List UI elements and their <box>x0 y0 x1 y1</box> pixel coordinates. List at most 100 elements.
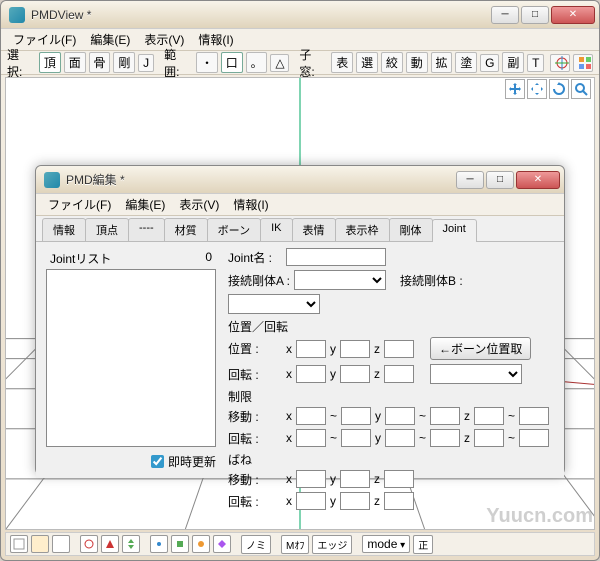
cw-2[interactable]: 絞 <box>381 52 403 73</box>
bb-blank[interactable] <box>52 535 70 553</box>
range-point[interactable]: ・ <box>196 52 218 73</box>
child-maximize-button[interactable]: □ <box>486 171 514 189</box>
rotate-icon[interactable] <box>549 79 569 99</box>
lim-ry1[interactable] <box>385 429 415 447</box>
range-tri[interactable]: △ <box>270 54 289 72</box>
tab-joint[interactable]: Joint <box>432 219 477 242</box>
x-label: x <box>286 342 292 356</box>
bb-tri[interactable] <box>101 535 119 553</box>
pos-y-input[interactable] <box>340 340 370 358</box>
cw-8[interactable]: T <box>527 54 544 72</box>
bb-circle-orange[interactable] <box>192 535 210 553</box>
lim-mz1[interactable] <box>474 407 504 425</box>
bottom-toolbar: ノミ Mｵﾌ エッジ mode ▾ 正 <box>5 532 595 556</box>
lim-rz1[interactable] <box>474 429 504 447</box>
bb-box-green[interactable] <box>171 535 189 553</box>
bb-sei[interactable]: 正 <box>413 535 433 554</box>
bb-dot-blue[interactable] <box>150 535 168 553</box>
target-icon[interactable] <box>550 54 570 72</box>
child-menu-info[interactable]: 情報(I) <box>229 194 272 215</box>
cw-5[interactable]: 塗 <box>455 52 477 73</box>
rot-select[interactable] <box>430 364 522 384</box>
close-button[interactable]: ✕ <box>551 6 595 24</box>
bb-wire[interactable] <box>10 535 28 553</box>
sel-face[interactable]: 面 <box>64 52 86 73</box>
conn-b-select[interactable] <box>228 294 320 314</box>
pos-x-input[interactable] <box>296 340 326 358</box>
range-rect[interactable]: 口 <box>221 52 243 73</box>
tab-bone[interactable]: ボーン <box>207 218 261 241</box>
bb-morph[interactable]: Mｵﾌ <box>281 535 309 554</box>
bb-nomi[interactable]: ノミ <box>241 535 271 554</box>
rot-y-input[interactable] <box>340 365 370 383</box>
sel-vertex[interactable]: 頂 <box>39 52 61 73</box>
tab-dash[interactable]: ---- <box>128 218 165 241</box>
sel-joint[interactable]: J <box>138 54 154 72</box>
tab-material[interactable]: 材質 <box>164 218 208 241</box>
main-titlebar[interactable]: PMDView * ─ □ ✕ <box>1 1 599 29</box>
child-menu-file[interactable]: ファイル(F) <box>44 194 115 215</box>
lim-mx1[interactable] <box>296 407 326 425</box>
bb-diamond[interactable] <box>213 535 231 553</box>
grid-icon[interactable] <box>573 54 593 72</box>
lim-rx2[interactable] <box>341 429 371 447</box>
cw-0[interactable]: 表 <box>331 52 353 73</box>
tab-vertex[interactable]: 頂点 <box>85 218 129 241</box>
child-menu-edit[interactable]: 編集(E) <box>121 194 169 215</box>
spr-rz[interactable] <box>384 492 414 510</box>
auto-update-check[interactable]: 即時更新 <box>46 453 216 470</box>
child-title: PMD編集 * <box>66 171 456 188</box>
spr-my[interactable] <box>340 470 370 488</box>
tab-rigid[interactable]: 剛体 <box>389 218 433 241</box>
child-titlebar[interactable]: PMD編集 * ─ □ ✕ <box>36 166 564 194</box>
lim-rx1[interactable] <box>296 429 326 447</box>
joint-listbox[interactable] <box>46 269 216 447</box>
sel-bone[interactable]: 骨 <box>89 52 111 73</box>
bb-edge[interactable]: エッジ <box>312 535 352 554</box>
maximize-button[interactable]: □ <box>521 6 549 24</box>
lim-my1[interactable] <box>385 407 415 425</box>
rot-z-input[interactable] <box>384 365 414 383</box>
bb-updown[interactable] <box>122 535 140 553</box>
lim-mz2[interactable] <box>519 407 549 425</box>
lim-my2[interactable] <box>430 407 460 425</box>
cw-6[interactable]: G <box>480 54 499 72</box>
pan-icon[interactable] <box>505 79 525 99</box>
cw-7[interactable]: 副 <box>502 52 524 73</box>
conn-a-select[interactable] <box>294 270 386 290</box>
lim-rz2[interactable] <box>519 429 549 447</box>
menu-edit[interactable]: 編集(E) <box>86 29 134 50</box>
tab-morph[interactable]: 表情 <box>292 218 336 241</box>
range-circle[interactable]: 。 <box>246 52 268 73</box>
auto-update-checkbox[interactable] <box>151 455 164 468</box>
cw-4[interactable]: 拡 <box>431 52 453 73</box>
joint-name-input[interactable] <box>286 248 386 266</box>
spr-mz[interactable] <box>384 470 414 488</box>
spr-mx[interactable] <box>296 470 326 488</box>
rot-label: 回転 : <box>228 366 282 383</box>
cw-3[interactable]: 動 <box>406 52 428 73</box>
tab-display[interactable]: 表示枠 <box>335 218 390 241</box>
bb-solid[interactable] <box>31 535 49 553</box>
bb-circle[interactable] <box>80 535 98 553</box>
sel-rigid[interactable]: 剛 <box>113 52 135 73</box>
tab-info[interactable]: 情報 <box>42 218 86 241</box>
child-minimize-button[interactable]: ─ <box>456 171 484 189</box>
pos-z-input[interactable] <box>384 340 414 358</box>
spr-ry[interactable] <box>340 492 370 510</box>
list-count: 0 <box>205 250 212 267</box>
child-close-button[interactable]: ✕ <box>516 171 560 189</box>
lim-mx2[interactable] <box>341 407 371 425</box>
tab-ik[interactable]: IK <box>260 218 292 241</box>
menu-info[interactable]: 情報(I) <box>194 29 237 50</box>
lim-ry2[interactable] <box>430 429 460 447</box>
bb-mode[interactable]: mode ▾ <box>362 535 410 553</box>
cw-1[interactable]: 選 <box>356 52 378 73</box>
spr-rx[interactable] <box>296 492 326 510</box>
bone-pos-button[interactable]: ←ボーン位置取 <box>430 337 531 360</box>
rot-x-input[interactable] <box>296 365 326 383</box>
minimize-button[interactable]: ─ <box>491 6 519 24</box>
child-menu-view[interactable]: 表示(V) <box>175 194 223 215</box>
zoom-icon[interactable] <box>571 79 591 99</box>
move-icon[interactable] <box>527 79 547 99</box>
